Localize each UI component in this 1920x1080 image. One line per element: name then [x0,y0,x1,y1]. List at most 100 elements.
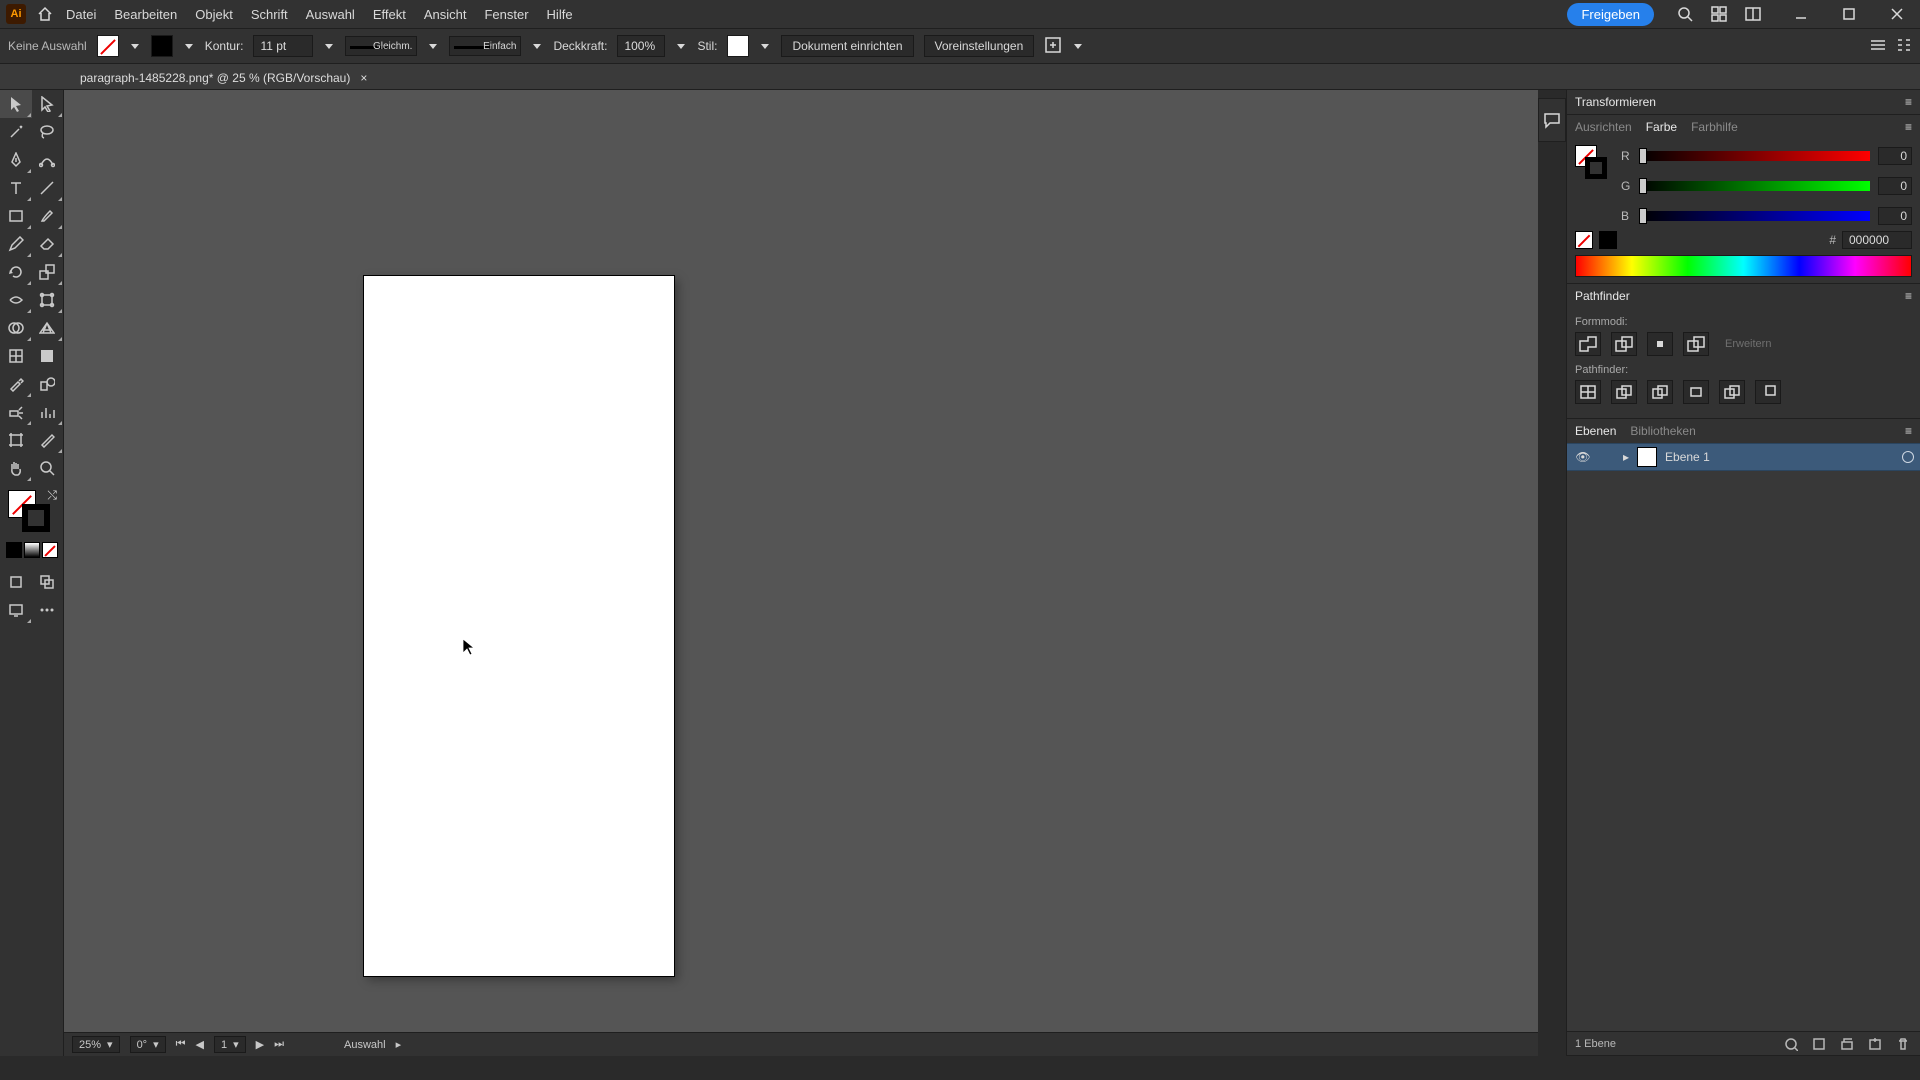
draw-normal-icon[interactable] [0,568,32,596]
artboard-prev-icon[interactable]: ◀ [196,1038,204,1051]
hex-field[interactable]: 000000 [1842,231,1912,249]
pathfinder-exclude-icon[interactable] [1683,332,1709,356]
canvas-area[interactable] [64,90,1538,1056]
document-tab-close-icon[interactable]: × [360,71,367,85]
perspective-grid-tool[interactable] [32,314,64,342]
selection-tool[interactable] [0,90,32,118]
fill-stroke-indicator[interactable]: ⤭ [0,488,63,542]
layer-row[interactable]: 👁 ▸ Ebene 1 [1567,443,1920,471]
fill-swatch[interactable] [97,35,119,57]
layer-visibility-icon[interactable]: 👁 [1573,450,1593,464]
color-b-value[interactable]: 0 [1878,207,1912,225]
pathfinder-divide-icon[interactable] [1575,380,1601,404]
graphic-style-swatch[interactable] [727,35,749,57]
eraser-tool[interactable] [32,230,64,258]
graphic-style-dropdown[interactable] [759,40,771,52]
rotate-tool[interactable] [0,258,32,286]
document-setup-button[interactable]: Dokument einrichten [781,35,913,57]
none-mode-button[interactable] [42,542,58,558]
new-sublayer-icon[interactable] [1838,1035,1856,1053]
pathfinder-intersect-icon[interactable] [1647,332,1673,356]
magic-wand-tool[interactable] [0,118,32,146]
menu-objekt[interactable]: Objekt [195,7,233,22]
layer-target-icon[interactable] [1902,451,1914,463]
free-transform-tool[interactable] [32,286,64,314]
layers-panel-tab[interactable]: Ebenen [1575,424,1616,438]
layer-name[interactable]: Ebene 1 [1665,450,1710,464]
pencil-tool[interactable] [0,230,32,258]
eyedropper-tool[interactable] [0,370,32,398]
controlbar-option-b-icon[interactable] [1896,37,1912,56]
paintbrush-tool[interactable] [32,202,64,230]
menu-schrift[interactable]: Schrift [251,7,288,22]
color-b-slider[interactable] [1639,211,1870,221]
menu-ansicht[interactable]: Ansicht [424,7,467,22]
preferences-button[interactable]: Voreinstellungen [924,35,1035,57]
menu-hilfe[interactable]: Hilfe [547,7,573,22]
artboard-number-field[interactable]: 1▾ [214,1036,246,1053]
colorguide-panel-tab[interactable]: Farbhilfe [1691,120,1738,134]
width-tool[interactable] [0,286,32,314]
controlbar-option-a-icon[interactable] [1870,37,1886,56]
stroke-indicator[interactable] [22,504,50,532]
comments-panel-icon[interactable] [1538,98,1566,142]
variable-width-profile[interactable]: Gleichm. [345,36,417,56]
brush-dropdown[interactable] [531,40,543,52]
pen-tool[interactable] [0,146,32,174]
artboard-prev-first-icon[interactable]: ⏮ [176,1038,186,1051]
opacity-dropdown[interactable] [675,40,687,52]
stroke-swatch[interactable] [151,35,173,57]
color-none-swatch[interactable] [1575,231,1593,249]
delete-layer-icon[interactable] [1894,1035,1912,1053]
window-minimize-icon[interactable] [1790,3,1812,25]
artboard-tool[interactable] [0,426,32,454]
arrange-grid-icon[interactable] [1708,3,1730,25]
artboard-next-icon[interactable]: ▶ [256,1038,264,1051]
window-maximize-icon[interactable] [1838,3,1860,25]
scale-tool[interactable] [32,258,64,286]
layer-expand-icon[interactable]: ▸ [1623,450,1629,464]
new-layer-icon[interactable] [1866,1035,1884,1053]
status-menu-icon[interactable]: ▸ [396,1038,402,1051]
pathfinder-trim-icon[interactable] [1611,380,1637,404]
blend-tool[interactable] [32,370,64,398]
artboard-next-last-icon[interactable]: ⏭ [274,1038,284,1051]
zoom-level-field[interactable]: 25%▾ [72,1036,120,1053]
color-black-swatch[interactable] [1599,231,1617,249]
gradient-mode-button[interactable] [24,542,40,558]
rotation-field[interactable]: 0°▾ [130,1036,166,1053]
menu-datei[interactable]: Datei [66,7,96,22]
pathfinder-merge-icon[interactable] [1647,380,1673,404]
pathfinder-minus-front-icon[interactable] [1611,332,1637,356]
type-tool[interactable] [0,174,32,202]
transform-panel-menu-icon[interactable]: ≡ [1905,95,1912,109]
line-segment-tool[interactable] [32,174,64,202]
transform-panel-tab[interactable]: Transformieren [1575,95,1656,109]
menu-bearbeiten[interactable]: Bearbeiten [114,7,177,22]
mesh-tool[interactable] [0,342,32,370]
color-g-slider[interactable] [1639,181,1870,191]
screen-mode-icon[interactable] [0,596,32,624]
brush-definition[interactable]: Einfach [449,36,521,56]
color-mode-button[interactable] [6,542,22,558]
arrange-docs-icon[interactable] [1742,3,1764,25]
edit-toolbar-icon[interactable] [32,596,64,624]
color-panel-tab[interactable]: Farbe [1646,120,1677,134]
fill-swatch-dropdown[interactable] [129,40,141,52]
symbol-sprayer-tool[interactable] [0,398,32,426]
make-clipping-mask-icon[interactable] [1810,1035,1828,1053]
menu-auswahl[interactable]: Auswahl [306,7,355,22]
window-close-icon[interactable] [1886,3,1908,25]
opacity-field[interactable]: 100% [617,35,665,57]
slice-tool[interactable] [32,426,64,454]
color-g-value[interactable]: 0 [1878,177,1912,195]
color-spectrum[interactable] [1575,255,1912,277]
layers-panel-menu-icon[interactable]: ≡ [1905,424,1912,438]
shape-builder-tool[interactable] [0,314,32,342]
pathfinder-crop-icon[interactable] [1683,380,1709,404]
align-panel-tab[interactable]: Ausrichten [1575,120,1632,134]
pathfinder-outline-icon[interactable] [1719,380,1745,404]
locate-object-icon[interactable] [1782,1035,1800,1053]
libraries-panel-tab[interactable]: Bibliotheken [1630,424,1695,438]
pathfinder-unite-icon[interactable] [1575,332,1601,356]
